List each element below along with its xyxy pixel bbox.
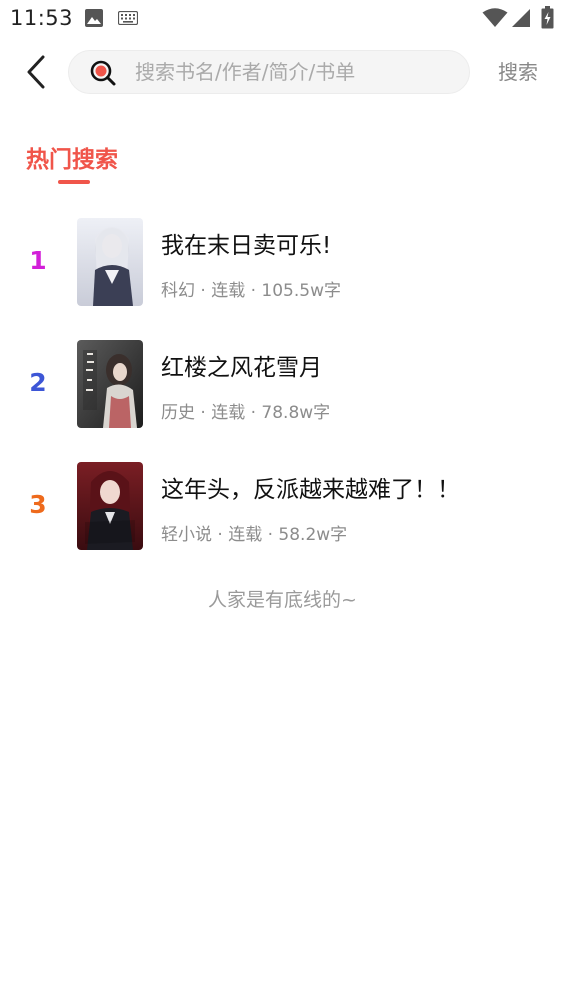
- end-of-list-note: 人家是有底线的~: [208, 589, 357, 611]
- book-cover: [77, 462, 143, 550]
- signal-icon: [512, 9, 530, 27]
- rank-number: 3: [29, 490, 47, 519]
- book-row[interactable]: 3 这年头，反派越来越难了！！ 轻小说 · 连载 · 58.2w字: [0, 460, 565, 552]
- bottom-area: [0, 996, 565, 1004]
- search-button[interactable]: 搜索: [490, 56, 546, 88]
- search-screen: 11:53 搜索书名/作者/简介/书单 搜索 热门搜索 1 我在末日卖可乐! 科…: [0, 0, 565, 1004]
- book-title: 我在末日卖可乐!: [161, 233, 332, 259]
- battery-icon: [541, 6, 554, 29]
- book-meta: 历史 · 连载 · 78.8w字: [161, 403, 331, 423]
- book-cover: [77, 340, 143, 428]
- back-button[interactable]: [18, 52, 54, 92]
- book-row[interactable]: 2 红楼之风花雪月 历史 · 连载 · 78.8w字: [0, 338, 565, 430]
- book-title: 红楼之风花雪月: [161, 355, 322, 381]
- book-meta: 科幻 · 连载 · 105.5w字: [161, 281, 341, 301]
- chevron-left-icon: [27, 55, 45, 89]
- status-time: 11:53: [10, 6, 74, 30]
- search-input[interactable]: [135, 51, 455, 93]
- search-icon: [90, 60, 116, 86]
- search-box[interactable]: [68, 50, 470, 94]
- status-bar: 11:53: [0, 0, 565, 38]
- book-row[interactable]: 1 我在末日卖可乐! 科幻 · 连载 · 105.5w字: [0, 216, 565, 308]
- hot-search-title: 热门搜索: [26, 147, 118, 173]
- section-underline: [58, 180, 90, 184]
- book-cover: [77, 218, 143, 306]
- book-meta: 轻小说 · 连载 · 58.2w字: [161, 525, 348, 545]
- keyboard-icon: [118, 11, 138, 25]
- image-icon: [85, 9, 103, 27]
- wifi-icon: [482, 8, 508, 27]
- book-title: 这年头，反派越来越难了！！: [161, 477, 460, 503]
- rank-number: 1: [29, 246, 47, 275]
- rank-number: 2: [29, 368, 47, 397]
